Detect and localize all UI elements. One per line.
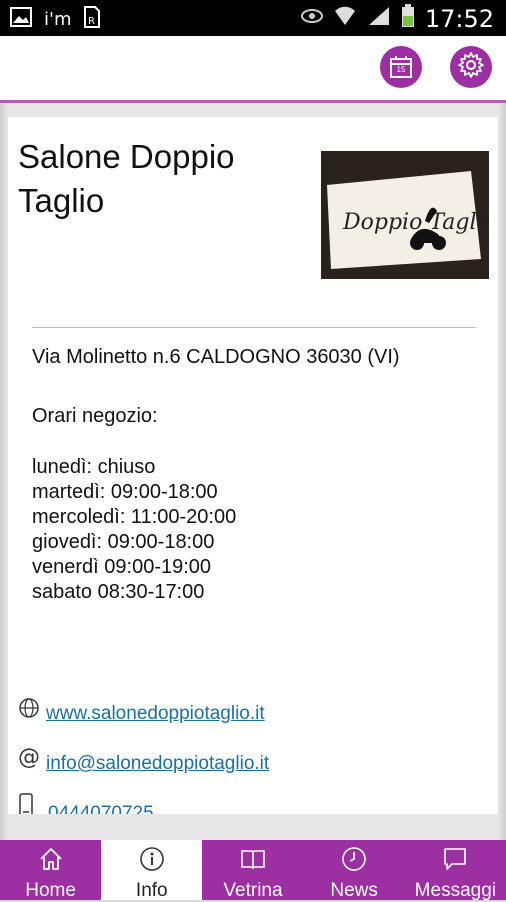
hours-friday: venerdì 09:00-19:00 [32,556,212,578]
clock-time: 17:52 [424,4,494,33]
phone-link[interactable]: 0444070725 [48,803,154,814]
hours-saturday: sabato 08:30-17:00 [32,581,205,603]
calendar-day: 15 [396,65,406,74]
wifi-icon [333,5,357,32]
svg-text:R: R [88,16,95,27]
email-link[interactable]: info@salonedoppiotaglio.it [46,753,269,775]
info-icon [139,846,165,880]
nav-news-label: News [330,880,378,901]
website-row: www.salonedoppiotaglio.it [18,697,265,725]
battery-icon [401,4,415,33]
phone-row: 0444070725 [18,793,154,814]
image-icon [10,7,32,32]
gear-icon [457,51,485,84]
signal-icon [367,5,391,32]
opening-hours: lunedì: chiuso martedì: 09:00-18:00 merc… [32,455,236,605]
notification-icon: R [83,6,101,33]
carrier-text: i'm [44,9,72,30]
content-panel: Salone Doppio Taglio Doppio Taglio Via M… [0,103,506,840]
at-sign-icon: @ [18,745,40,770]
hours-thursday: giovedì: 09:00-18:00 [32,531,215,553]
calendar-icon: 15 [390,56,412,78]
nav-home[interactable]: Home [0,840,101,901]
address: Via Molinetto n.6 CALDOGNO 36030 (VI) [32,346,400,368]
home-icon [38,846,64,880]
chat-icon [442,846,468,880]
website-link[interactable]: www.salonedoppiotaglio.it [46,703,265,725]
nav-info[interactable]: Info [101,840,203,901]
info-card: Salone Doppio Taglio Doppio Taglio Via M… [8,117,498,814]
email-row: @ info@salonedoppiotaglio.it [18,745,269,775]
clock-icon [341,846,367,880]
nav-home-label: Home [25,880,76,901]
nav-info-label: Info [135,880,168,901]
calendar-button[interactable]: 15 [380,46,422,88]
hours-tuesday: martedì: 09:00-18:00 [32,481,218,503]
hours-heading: Orari negozio: [32,405,158,427]
nav-vetrina[interactable]: Vetrina [202,840,303,901]
section-divider [32,327,476,328]
nav-vetrina-label: Vetrina [223,880,283,901]
nav-messaggi-label: Messaggi [414,880,496,901]
business-name: Salone Doppio Taglio [18,138,235,219]
eye-icon [300,8,323,29]
nav-messaggi[interactable]: Messaggi [405,840,506,901]
book-icon [240,846,266,880]
app-toolbar: 15 [0,36,506,103]
status-bar: i'm R 17:52 [0,0,506,36]
business-logo: Doppio Taglio [321,151,489,279]
phone-icon [18,793,34,814]
hours-wednesday: mercoledì: 11:00-20:00 [32,506,237,528]
settings-button[interactable] [450,46,492,88]
hours-monday: lunedì: chiuso [32,456,156,478]
nav-news[interactable]: News [304,840,405,901]
globe-icon [18,697,40,724]
bottom-navigation: Home Info Vetrina News Messaggi [0,840,506,901]
logo-script: Doppio Taglio [342,210,489,235]
